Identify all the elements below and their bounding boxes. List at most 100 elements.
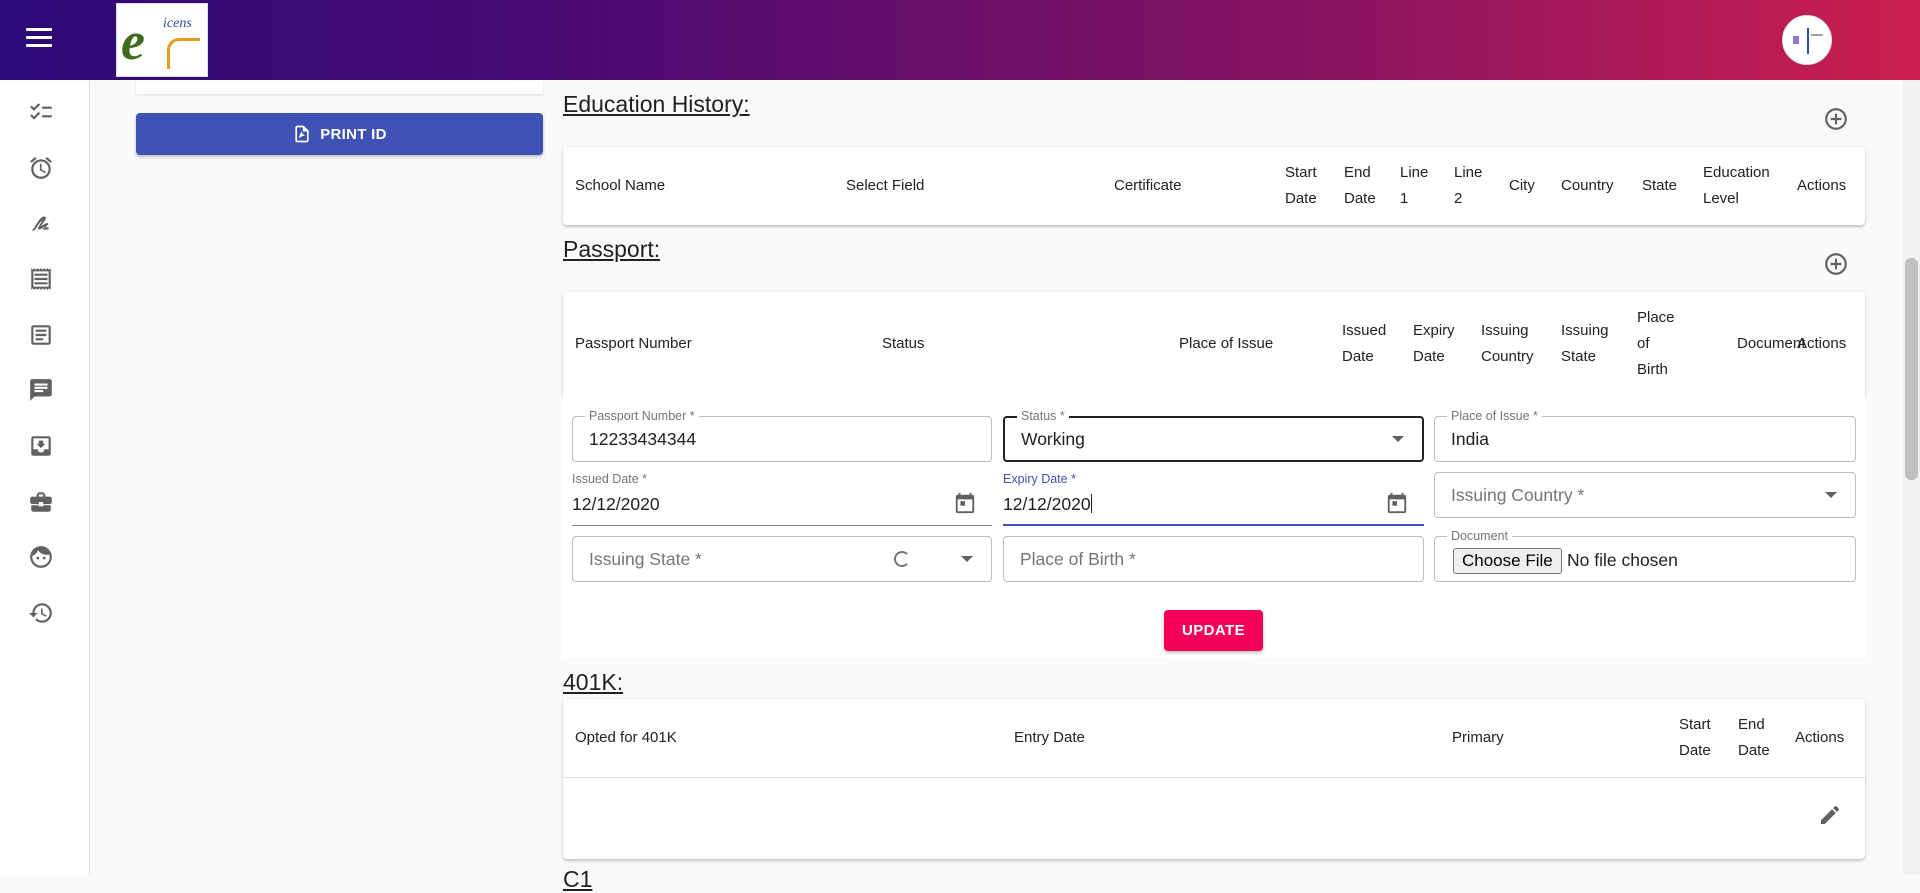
top-app-bar: e icens [0, 0, 1920, 80]
passport-number-label: Passport Number * [585, 408, 699, 424]
column-header: Education Level [1703, 164, 1770, 207]
alarm-icon[interactable] [28, 155, 54, 181]
education-table: School Name Select Field Certificate Sta… [563, 147, 1865, 225]
calendar-icon[interactable] [1386, 492, 1408, 514]
loading-spinner-icon [894, 551, 910, 567]
add-education-icon[interactable] [1823, 106, 1849, 132]
document-icon[interactable] [28, 322, 54, 348]
receipt-icon[interactable] [28, 266, 54, 292]
expiry-date-text: 12/12/2020 [1003, 494, 1091, 514]
column-header: Actions [1797, 335, 1847, 352]
k401-table: Opted for 401K Entry Date Primary Start … [563, 699, 1865, 859]
place-of-issue-label: Place of Issue * [1447, 408, 1542, 424]
issuing-country-placeholder: Issuing Country * [1451, 485, 1585, 505]
status-select[interactable]: Status * Working [1003, 408, 1424, 462]
logo-subtext: icens [163, 16, 192, 31]
issued-date-value: 12/12/2020 [572, 494, 660, 514]
column-header: Issuing Country [1481, 322, 1534, 365]
place-of-issue-value: India [1451, 429, 1489, 449]
issuing-country-select[interactable]: Issuing Country * [1434, 472, 1856, 518]
briefcase-icon[interactable] [28, 489, 54, 515]
inbox-icon[interactable] [28, 433, 54, 459]
chevron-down-icon [1392, 436, 1404, 442]
column-header: Expiry Date [1413, 322, 1455, 365]
table-divider [563, 777, 1865, 778]
column-header: Country [1561, 177, 1614, 194]
column-header: Place of Birth [1637, 309, 1675, 378]
passport-title: Passport: [563, 236, 661, 262]
history-icon[interactable] [28, 600, 54, 626]
logo-swoosh [167, 38, 200, 69]
place-of-birth-field[interactable]: Place of Birth * [1003, 536, 1424, 582]
pdf-icon [295, 125, 309, 143]
avatar-graphic-1 [1793, 36, 1799, 44]
column-header: Start Date [1679, 716, 1711, 759]
calendar-icon[interactable] [954, 492, 976, 514]
hamburger-menu-icon[interactable] [26, 28, 52, 52]
expiry-date-value: 12/12/2020 [1003, 494, 1092, 515]
passport-number-value: 12233434344 [589, 429, 697, 449]
signature-icon[interactable] [28, 210, 54, 236]
column-header: Document [1737, 335, 1806, 352]
status-value: Working [1021, 429, 1085, 449]
column-header: Issued Date [1342, 322, 1387, 365]
chevron-down-icon [1825, 492, 1837, 498]
document-label: Document [1447, 528, 1512, 544]
next-section-title: C1 [563, 866, 593, 892]
column-header: Certificate [1114, 177, 1182, 194]
chat-icon[interactable] [28, 377, 54, 403]
column-header: Actions [1795, 729, 1845, 746]
column-header: End Date [1344, 164, 1376, 207]
file-status-text: No file chosen [1567, 550, 1678, 570]
edit-icon[interactable] [1818, 803, 1842, 827]
column-header: Line 2 [1454, 164, 1483, 207]
column-header: State [1642, 177, 1678, 194]
expiry-date-field[interactable]: Expiry Date * 12/12/2020 [1003, 472, 1424, 526]
update-button[interactable]: UPDATE [1164, 610, 1263, 651]
column-header: Primary [1452, 729, 1504, 746]
column-header: Opted for 401K [575, 729, 677, 746]
add-passport-icon[interactable] [1823, 251, 1849, 277]
document-upload-field: Document Choose File No file chosen [1434, 528, 1856, 582]
column-header: Select Field [846, 177, 925, 194]
logo-mark: e [121, 11, 145, 71]
place-of-issue-field[interactable]: Place of Issue * India [1434, 408, 1856, 462]
text-caret [1090, 494, 1092, 513]
issued-date-field[interactable]: Issued Date * 12/12/2020 [572, 472, 992, 526]
column-header: Issuing State [1561, 322, 1609, 365]
avatar-graphic-3 [1811, 34, 1823, 36]
column-header: City [1509, 177, 1535, 194]
issued-date-underline [572, 525, 992, 526]
issued-date-label: Issued Date * [572, 472, 648, 486]
passport-table: Passport Number Status Place of Issue Is… [563, 292, 1865, 396]
column-header: Entry Date [1014, 729, 1085, 746]
column-header: Actions [1797, 177, 1847, 194]
checklist-icon[interactable] [28, 99, 54, 125]
print-id-label: PRINT ID [320, 125, 387, 143]
column-header: School Name [575, 177, 666, 194]
expiry-date-label: Expiry Date * [1003, 472, 1076, 486]
avatar-graphic-2 [1807, 28, 1809, 54]
column-header: Status [882, 335, 925, 352]
column-header: Line 1 [1400, 164, 1429, 207]
education-history-title: Education History: [563, 91, 750, 117]
k401-title: 401K: [563, 669, 624, 695]
column-header: Passport Number [575, 335, 692, 352]
profile-card-bottom [136, 80, 543, 94]
column-header: Start Date [1285, 164, 1317, 207]
passport-number-field[interactable]: Passport Number * 12233434344 [572, 408, 992, 462]
place-of-birth-placeholder: Place of Birth * [1020, 549, 1136, 569]
status-label: Status * [1017, 408, 1069, 424]
column-header: Place of Issue [1179, 335, 1274, 352]
user-avatar[interactable] [1782, 15, 1832, 65]
issuing-state-placeholder: Issuing State * [589, 549, 702, 569]
column-header: End Date [1738, 716, 1770, 759]
issuing-state-select[interactable]: Issuing State * [572, 536, 992, 582]
print-id-button[interactable]: PRINT ID [136, 113, 543, 155]
company-logo[interactable]: e icens [116, 3, 208, 77]
chevron-down-icon [961, 556, 973, 562]
expiry-date-underline [1003, 524, 1424, 526]
face-icon[interactable] [28, 544, 54, 570]
scrollbar-thumb[interactable] [1905, 258, 1918, 480]
choose-file-button[interactable]: Choose File [1453, 548, 1562, 574]
